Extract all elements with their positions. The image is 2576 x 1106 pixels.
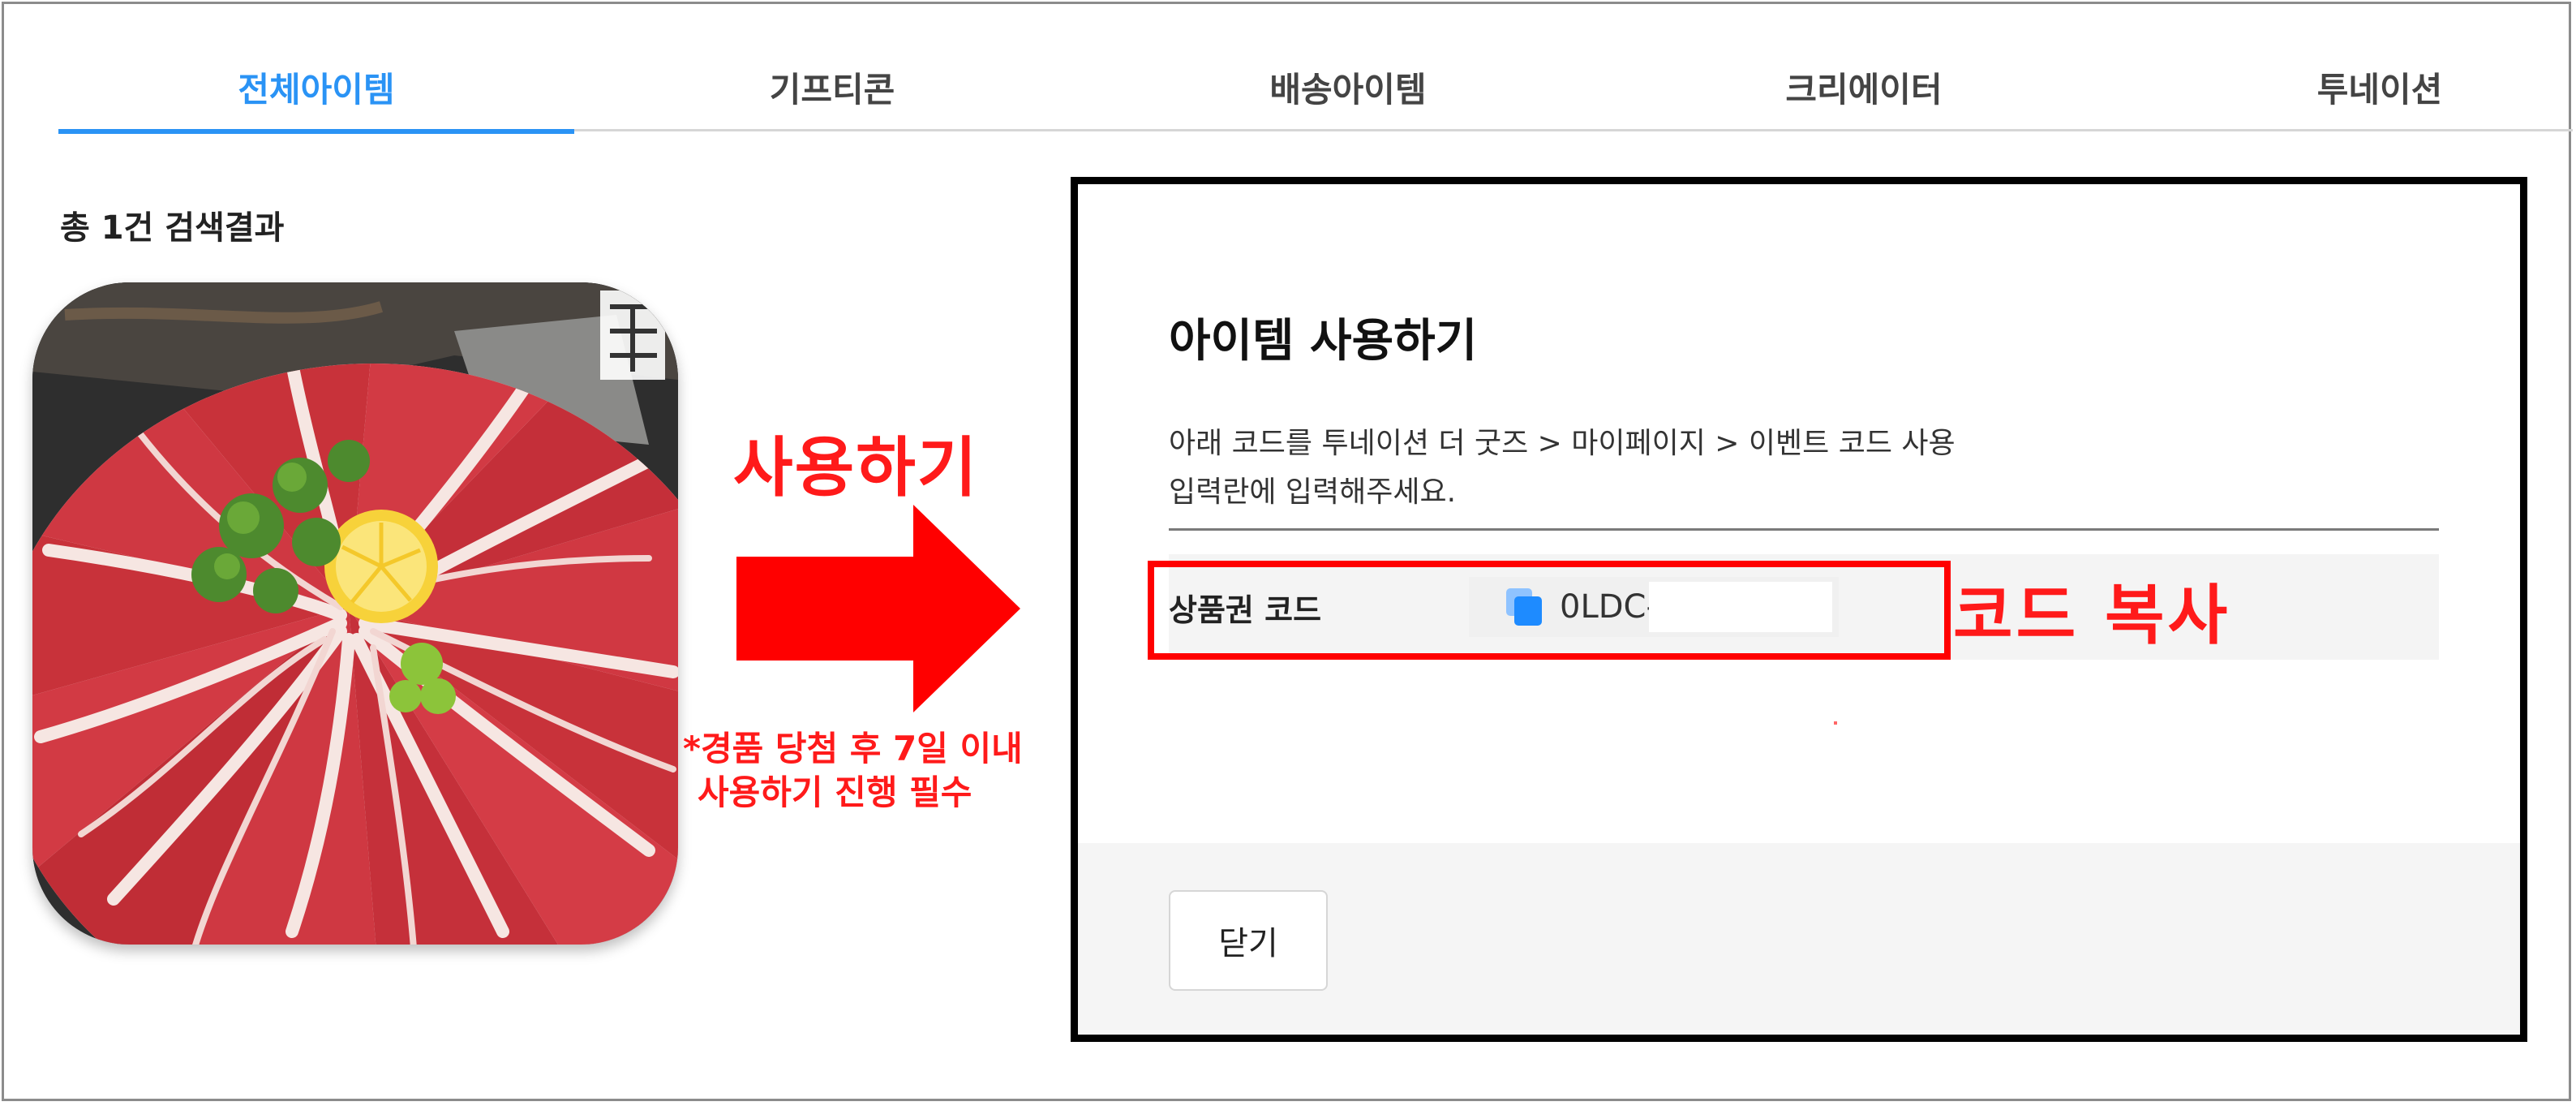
copy-code-annotation: 코드 복사 [1953, 578, 2231, 653]
tab-label: 전체아이템 [238, 69, 395, 110]
result-count: 총 1건 검색결과 [60, 209, 285, 247]
copy-highlight-box [1148, 561, 1951, 660]
note-line-1: *경품 당첨 후 7일 이내 [683, 729, 1023, 768]
tab-label: 크리에이터 [1785, 69, 1943, 110]
product-image[interactable] [32, 282, 678, 945]
tab-label: 배송아이템 [1269, 69, 1427, 110]
modal-description: 아래 코드를 투네이션 더 굿즈 > 마이페이지 > 이벤트 코드 사용 입력란… [1169, 420, 2434, 517]
desc-line-2: 입력란에 입력해주세요. [1169, 476, 1457, 509]
use-annotation: 사용하기 [733, 430, 979, 506]
tab-all-items[interactable]: 전체아이템 [58, 42, 574, 134]
modal-divider [1169, 528, 2439, 531]
category-tabs: 전체아이템 기프티콘 배송아이템 크리에이터 투네이션 [58, 42, 2576, 134]
modal-title: 아이템 사용하기 [1169, 315, 1478, 368]
deadline-note: *경품 당첨 후 7일 이내 사용하기 진행 필수 [683, 727, 1072, 815]
tab-toonation[interactable]: 투네이션 [2122, 42, 2576, 131]
use-item-modal: 아이템 사용하기 아래 코드를 투네이션 더 굿즈 > 마이페이지 > 이벤트 … [1071, 177, 2527, 1042]
tab-label: 투네이션 [2316, 69, 2443, 110]
active-tab-underline [58, 129, 574, 134]
close-button[interactable]: 닫기 [1169, 890, 1328, 991]
tab-creator[interactable]: 크리에이터 [1606, 42, 2122, 131]
tab-gifticon[interactable]: 기프티콘 [574, 42, 1090, 131]
desc-line-1: 아래 코드를 투네이션 더 굿즈 > 마이페이지 > 이벤트 코드 사용 [1169, 427, 1956, 460]
note-line-2: 사용하기 진행 필수 [698, 772, 972, 812]
stray-dot [1834, 721, 1837, 725]
right-arrow-icon [736, 505, 1020, 712]
tab-label: 기프티콘 [769, 69, 895, 110]
tab-delivery-items[interactable]: 배송아이템 [1090, 42, 1606, 131]
modal-footer: 닫기 [1078, 843, 2520, 1035]
